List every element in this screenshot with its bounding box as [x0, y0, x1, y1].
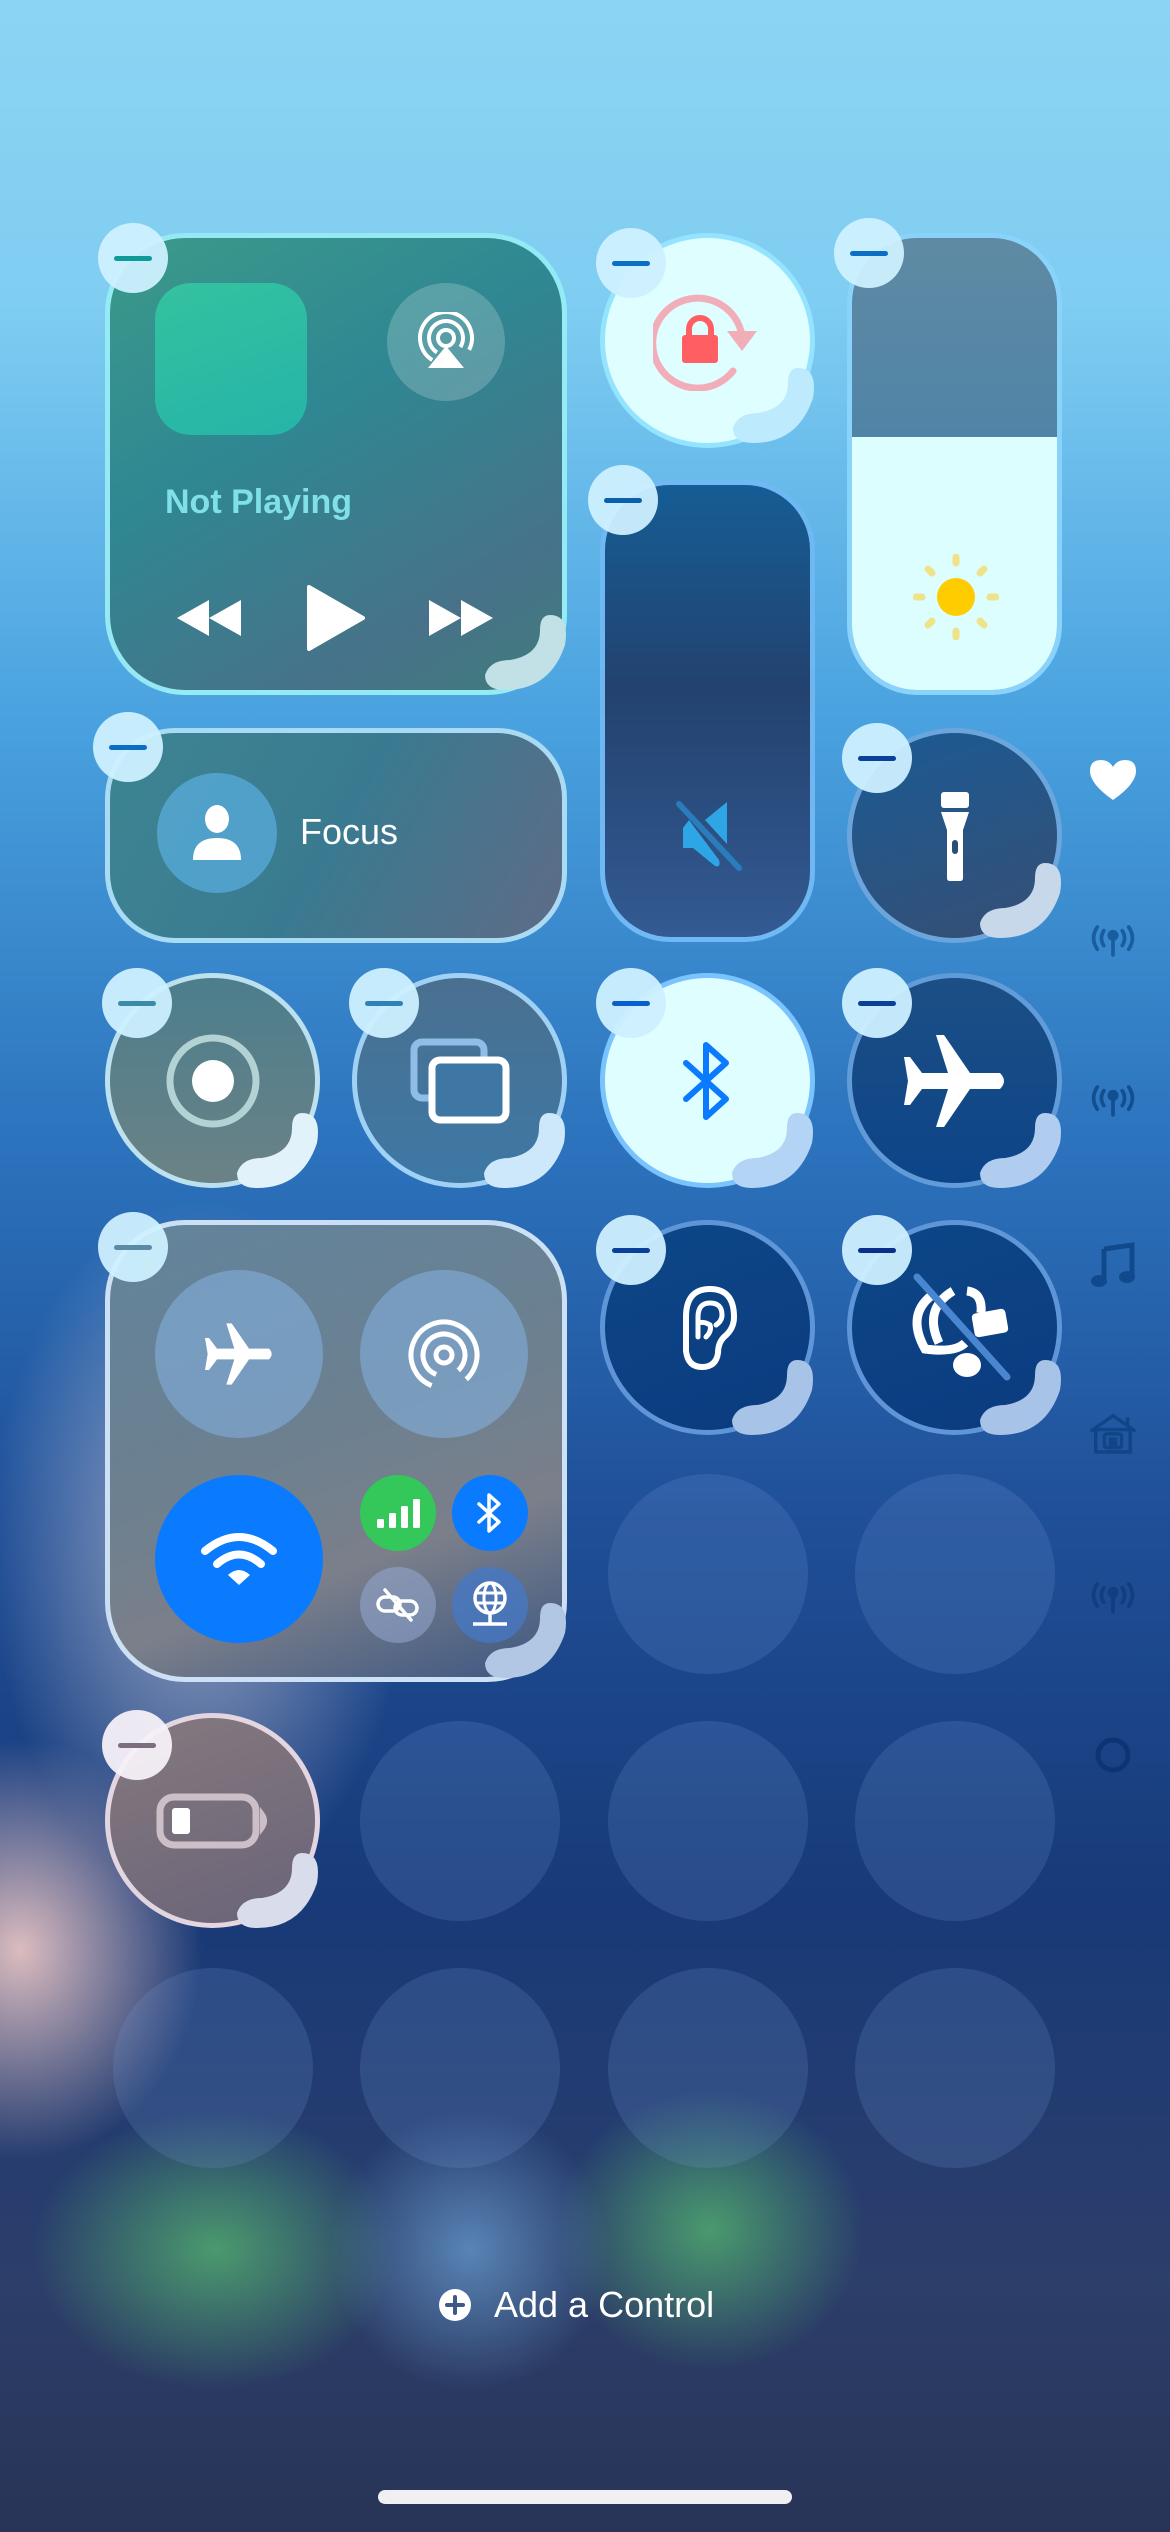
volume-slider[interactable] — [600, 480, 815, 942]
resize-handle[interactable] — [232, 1843, 327, 1938]
now-playing-status: Not Playing — [165, 483, 353, 521]
empty-control-slot[interactable] — [855, 1721, 1055, 1921]
airplane-icon — [205, 1323, 272, 1385]
brightness-slider[interactable] — [847, 233, 1062, 695]
remove-connectivity-button[interactable] — [98, 1212, 168, 1282]
empty-control-slot[interactable] — [360, 1721, 560, 1921]
resize-handle[interactable] — [727, 1103, 822, 1198]
airplay-audio-icon — [418, 312, 474, 368]
airdrop-button[interactable] — [360, 1270, 528, 1438]
plus-circle-icon — [439, 2289, 471, 2321]
personal-hotspot-button[interactable] — [360, 1567, 436, 1643]
empty-control-slot[interactable] — [608, 1968, 808, 2168]
empty-control-slot[interactable] — [113, 1968, 313, 2168]
previous-track-button[interactable] — [170, 588, 250, 648]
remove-screen-recording-button[interactable] — [102, 968, 172, 1038]
sun-icon — [913, 554, 999, 640]
empty-control-slot[interactable] — [855, 1968, 1055, 2168]
antenna-icon[interactable] — [1088, 1572, 1138, 1622]
empty-control-slot[interactable] — [608, 1721, 808, 1921]
play-button[interactable] — [295, 578, 375, 658]
resize-handle[interactable] — [975, 1350, 1070, 1445]
remove-flashlight-button[interactable] — [842, 723, 912, 793]
circle-icon[interactable] — [1088, 1730, 1138, 1780]
add-control-button[interactable]: Add a Control — [438, 2280, 714, 2330]
resize-handle[interactable] — [728, 358, 823, 453]
remove-now-playing-button[interactable] — [98, 223, 168, 293]
add-control-label: Add a Control — [494, 2284, 715, 2325]
resize-handle[interactable] — [479, 1103, 574, 1198]
home-indicator[interactable] — [378, 2490, 792, 2504]
remove-airplane-mode-button[interactable] — [842, 968, 912, 1038]
antenna-icon[interactable] — [1088, 1075, 1138, 1125]
wifi-icon — [201, 1533, 277, 1585]
airdrop-icon — [408, 1319, 480, 1389]
wifi-button[interactable] — [155, 1475, 323, 1643]
battery-low-icon — [156, 1793, 267, 1848]
flashlight-icon — [940, 791, 969, 881]
empty-control-slot[interactable] — [360, 1968, 560, 2168]
remove-orientation-lock-button[interactable] — [596, 228, 666, 298]
music-note-icon[interactable] — [1088, 1240, 1138, 1290]
empty-control-slot[interactable] — [608, 1474, 808, 1674]
remove-brightness-button[interactable] — [834, 218, 904, 288]
focus-button[interactable]: Focus — [105, 728, 567, 943]
home-icon[interactable] — [1088, 1408, 1138, 1458]
cellular-data-button[interactable] — [360, 1475, 436, 1551]
remove-low-power-mode-button[interactable] — [102, 1710, 172, 1780]
play-icon — [307, 585, 365, 651]
bluetooth-button[interactable] — [452, 1475, 528, 1551]
cellular-signal-icon — [377, 1499, 420, 1528]
resize-handle[interactable] — [232, 1103, 327, 1198]
focus-label: Focus — [300, 811, 399, 852]
person-icon — [193, 805, 241, 860]
hotspot-link-off-icon — [376, 1588, 419, 1622]
remove-bluetooth-button[interactable] — [596, 968, 666, 1038]
resize-handle[interactable] — [727, 1350, 822, 1445]
resize-handle[interactable] — [975, 853, 1070, 948]
remove-background-sounds-button[interactable] — [842, 1215, 912, 1285]
remove-volume-button[interactable] — [588, 465, 658, 535]
resize-handle[interactable] — [975, 1103, 1070, 1198]
remove-focus-button[interactable] — [93, 712, 163, 782]
heart-icon[interactable] — [1088, 755, 1138, 805]
airplay-button[interactable] — [387, 283, 505, 401]
backward-icon — [177, 600, 241, 636]
airplane-mode-button[interactable] — [155, 1270, 323, 1438]
empty-control-slot[interactable] — [855, 1474, 1055, 1674]
focus-icon-circle — [157, 773, 277, 893]
speaker-muted-icon — [676, 801, 742, 871]
remove-hearing-button[interactable] — [596, 1215, 666, 1285]
resize-handle[interactable] — [480, 605, 575, 700]
bluetooth-icon — [477, 1493, 501, 1533]
resize-handle[interactable] — [480, 1593, 575, 1688]
album-art — [155, 283, 307, 435]
antenna-icon[interactable] — [1088, 915, 1138, 965]
remove-screen-mirroring-button[interactable] — [349, 968, 419, 1038]
